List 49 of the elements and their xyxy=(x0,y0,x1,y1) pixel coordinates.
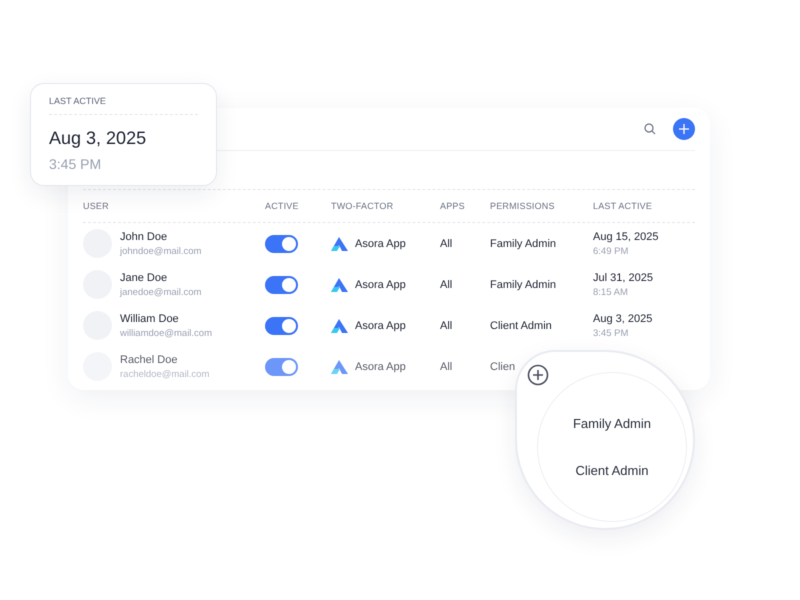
last-active-time: 3:45 PM xyxy=(593,328,630,338)
search-icon xyxy=(644,123,656,135)
user-email: janedoe@mail.com xyxy=(120,286,202,298)
active-toggle[interactable] xyxy=(265,316,298,334)
plus-icon xyxy=(679,124,689,134)
column-header: PERMISSIONS xyxy=(490,201,556,211)
permission-cell-text: Family Admin xyxy=(490,238,558,250)
app-logo-icon xyxy=(331,318,348,332)
app-name: Asora App xyxy=(355,278,406,290)
permission-cell-text: Client Admin xyxy=(490,320,553,332)
app-name: Asora App xyxy=(355,320,406,332)
app-name: Asora App xyxy=(355,360,406,372)
last-active-date: Aug 15, 2025 xyxy=(593,230,660,242)
active-toggle[interactable] xyxy=(265,276,298,294)
popover-date: Aug 3, 2025 xyxy=(49,128,148,149)
active-toggle[interactable] xyxy=(265,234,298,252)
permission-cell-text: Clien xyxy=(490,360,516,372)
last-active-date: Aug 3, 2025 xyxy=(593,312,654,324)
user-name: Jane Doe xyxy=(120,272,168,284)
column-header: TWO-FACTOR xyxy=(331,201,394,211)
permission-option[interactable]: Client Admin xyxy=(576,463,648,478)
app-logo-icon xyxy=(331,360,348,374)
column-header: ACTIVE xyxy=(265,201,300,211)
column-header: LAST ACTIVE xyxy=(593,201,654,211)
user-name: John Doe xyxy=(120,230,168,242)
table-cell-text: All xyxy=(440,238,454,250)
permission-cell-text: Family Admin xyxy=(490,278,558,290)
column-header: USER xyxy=(83,201,110,211)
add-button[interactable] xyxy=(673,118,695,140)
user-name: William Doe xyxy=(120,312,180,324)
user-email: racheldoe@mail.com xyxy=(120,368,210,380)
table-cell-text: All xyxy=(440,278,454,290)
permission-option[interactable]: Family Admin xyxy=(572,416,652,431)
popover-time: 3:45 PM xyxy=(49,156,102,172)
table-cell-text: All xyxy=(440,320,454,332)
last-active-date: Jul 31, 2025 xyxy=(593,272,654,284)
last-active-time: 8:15 AM xyxy=(593,286,629,298)
user-email: williamdoe@mail.com xyxy=(120,328,212,338)
popover-label: LAST ACTIVE xyxy=(49,96,198,115)
column-header: APPS xyxy=(440,201,466,211)
add-icon[interactable] xyxy=(527,364,549,386)
app-logo-icon xyxy=(331,236,348,250)
user-email: johndoe@mail.com xyxy=(120,246,202,256)
app-logo-icon xyxy=(331,278,348,292)
table-cell-text: All xyxy=(440,360,454,372)
active-toggle[interactable] xyxy=(265,358,298,376)
user-name: Rachel Doe xyxy=(120,354,178,366)
app-name: Asora App xyxy=(355,238,406,250)
last-active-time: 6:49 PM xyxy=(593,246,630,256)
